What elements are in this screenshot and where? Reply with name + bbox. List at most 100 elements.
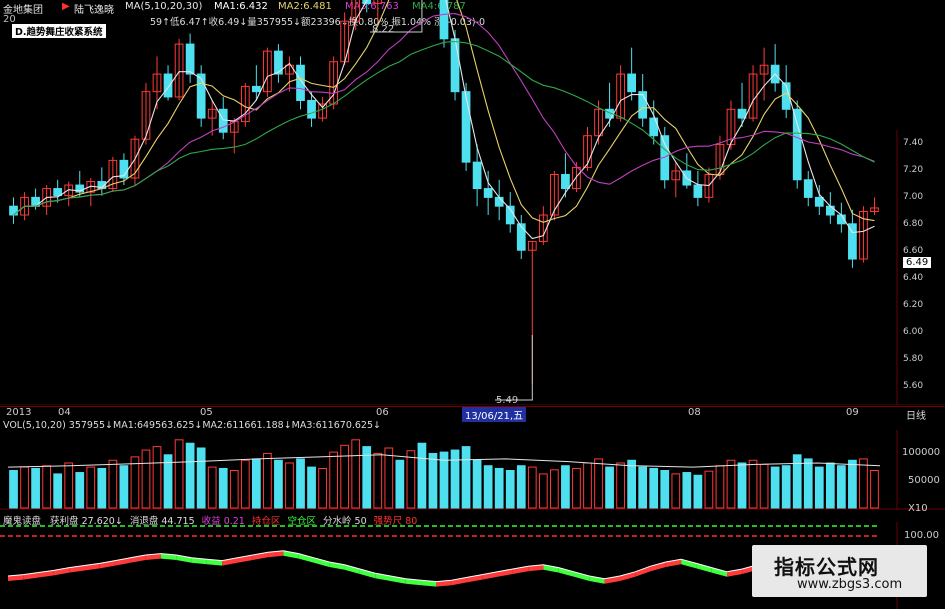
price-axis-label: 5.60 bbox=[903, 381, 923, 391]
volume-bar bbox=[185, 442, 195, 509]
ma4-line bbox=[13, 40, 875, 216]
vol-axis-label: 50000 bbox=[908, 475, 940, 486]
volume-bar bbox=[97, 467, 107, 509]
oscillator-segment bbox=[313, 557, 330, 567]
price-axis-label: 6.80 bbox=[903, 219, 923, 229]
candle-body bbox=[494, 196, 504, 207]
oscillator-segment bbox=[574, 571, 590, 581]
low-leader bbox=[495, 335, 533, 401]
volume-bar bbox=[627, 459, 637, 509]
volume-bar bbox=[75, 472, 85, 509]
candle-body bbox=[450, 38, 460, 93]
price-axis-label: 6.20 bbox=[903, 300, 923, 310]
volume-bar bbox=[108, 459, 118, 509]
volume-bar bbox=[682, 472, 692, 509]
oscillator-segment bbox=[681, 559, 697, 569]
vol-axis-label: X10 bbox=[908, 503, 928, 514]
candle-body bbox=[825, 205, 835, 216]
volume-bar bbox=[285, 462, 294, 509]
volume-bar bbox=[605, 466, 614, 509]
volume-bar bbox=[814, 466, 824, 509]
volume-bar bbox=[792, 454, 802, 509]
candle-body bbox=[693, 184, 703, 198]
candle-body bbox=[483, 188, 493, 198]
watermark: 指标公式网 www.zbgs3.com bbox=[752, 545, 927, 597]
volume-bar bbox=[638, 466, 648, 509]
volume-bar bbox=[726, 459, 736, 509]
price-axis-label: 6.00 bbox=[903, 327, 923, 337]
volume-bar bbox=[351, 439, 361, 509]
price-axis-label: 7.40 bbox=[903, 138, 923, 148]
candle-body bbox=[461, 91, 471, 163]
volume-bar bbox=[715, 465, 725, 509]
volume-bar bbox=[538, 473, 548, 509]
volume-bar bbox=[174, 439, 184, 509]
volume-bar bbox=[737, 462, 747, 509]
volume-bar bbox=[572, 467, 581, 509]
volume-bar bbox=[229, 470, 239, 509]
volume-bar bbox=[307, 466, 316, 509]
volume-bar bbox=[406, 450, 416, 509]
volume-bar bbox=[373, 452, 383, 509]
candle-body bbox=[803, 179, 813, 198]
volume-bar bbox=[494, 467, 504, 509]
volume-bar bbox=[218, 467, 228, 509]
volume-bar bbox=[450, 449, 460, 509]
date-label: 2013 bbox=[6, 407, 32, 418]
volume-bar bbox=[42, 465, 51, 509]
oscillator-segment bbox=[298, 553, 314, 563]
oscillator-segment bbox=[711, 567, 728, 577]
volume-bar bbox=[9, 470, 18, 509]
volume-bar bbox=[594, 458, 603, 509]
current-price-tag: 6.49 bbox=[903, 257, 932, 268]
volume-bar bbox=[583, 462, 592, 509]
volume-bar bbox=[859, 458, 868, 509]
price-chart[interactable]: 7.40 7.20 7.00 6.80 6.60 6.40 6.20 6.00 5.80 5.60 bbox=[0, 0, 945, 405]
volume-bar bbox=[428, 452, 438, 509]
volume-bar bbox=[870, 470, 879, 509]
volume-bar bbox=[86, 466, 96, 509]
cursor-date: 13/06/21,五 bbox=[462, 407, 527, 422]
volume-bar bbox=[130, 456, 140, 509]
candle-body bbox=[627, 73, 637, 93]
price-axis-label: 5.80 bbox=[903, 354, 923, 364]
date-label: 05 bbox=[200, 407, 213, 418]
volume-bar bbox=[152, 446, 162, 509]
volume-bar bbox=[781, 465, 791, 509]
price-axis-label: 6.40 bbox=[903, 273, 923, 283]
volume-bar bbox=[472, 459, 482, 509]
volume-bar bbox=[384, 447, 394, 509]
volume-bar bbox=[837, 465, 846, 509]
volume-bar bbox=[803, 458, 813, 509]
volume-bar bbox=[704, 470, 714, 509]
candle-body bbox=[439, 0, 449, 40]
volume-chart[interactable] bbox=[0, 430, 945, 510]
price-axis-label: 7.00 bbox=[903, 192, 923, 202]
volume-bar bbox=[263, 452, 272, 509]
volume-bar bbox=[505, 470, 515, 509]
price-axis-label: 6.60 bbox=[903, 246, 923, 256]
volume-bar bbox=[196, 447, 206, 509]
candle-body bbox=[251, 85, 261, 93]
volume-bar bbox=[461, 446, 471, 509]
price-axis-label: 7.20 bbox=[903, 165, 923, 175]
volume-bar bbox=[141, 449, 151, 509]
volume-bar bbox=[825, 462, 835, 509]
volume-bar bbox=[759, 463, 769, 509]
volume-bar bbox=[748, 459, 758, 509]
oscillator-line bbox=[7, 550, 881, 583]
period-label[interactable]: 日线 bbox=[906, 407, 926, 422]
volume-bar bbox=[340, 444, 350, 509]
volume-bar bbox=[649, 467, 659, 509]
candle-body bbox=[792, 108, 802, 181]
low-marker: 5.49 bbox=[496, 395, 519, 406]
oscillator-segment bbox=[558, 567, 575, 577]
candle-body bbox=[472, 161, 482, 190]
volume-bar bbox=[483, 465, 493, 509]
date-label: 09 bbox=[846, 407, 859, 418]
date-axis: 2013 04 05 06 13/06/21,五 08 09 日线 bbox=[0, 406, 945, 422]
volume-bar bbox=[251, 458, 261, 509]
oscillator-segment bbox=[619, 571, 636, 581]
date-label: 04 bbox=[58, 407, 71, 418]
candle-body bbox=[185, 43, 195, 75]
